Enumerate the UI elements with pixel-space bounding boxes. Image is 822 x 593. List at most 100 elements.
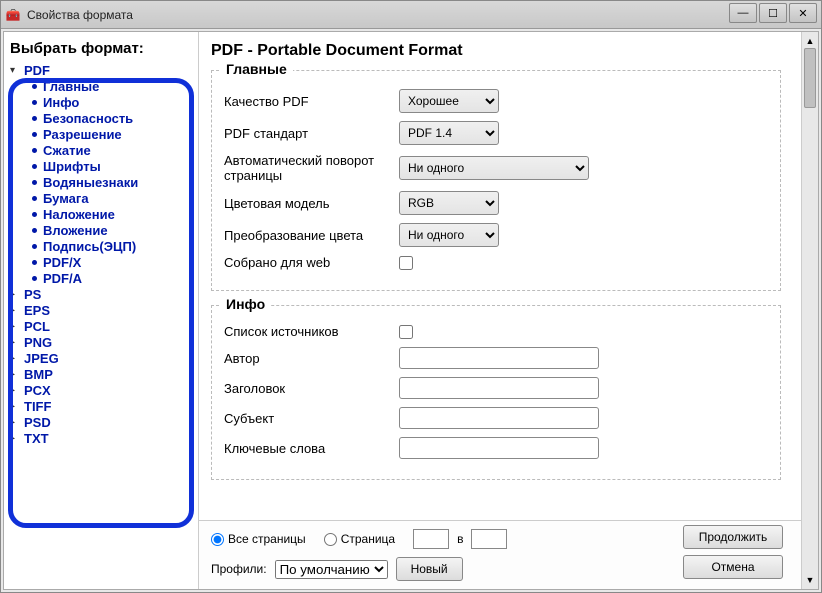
- chevron-right-icon: ▸: [10, 401, 20, 412]
- format-ps[interactable]: ▸ PS: [10, 287, 192, 302]
- sidebar-item-label: PDF/A: [43, 271, 82, 286]
- scroll-area: PDF - Portable Document Format Главные К…: [199, 32, 801, 520]
- scroll-up-icon[interactable]: ▲: [803, 34, 817, 48]
- page-title: PDF - Portable Document Format: [211, 42, 781, 60]
- page-radio-wrap[interactable]: Страница: [324, 532, 395, 546]
- bullet-icon: [32, 244, 37, 249]
- format-bmp[interactable]: ▸BMP: [10, 367, 192, 382]
- colormodel-select[interactable]: RGB: [399, 191, 499, 215]
- web-label: Собрано для web: [224, 255, 399, 270]
- chevron-right-icon: ▸: [10, 417, 20, 428]
- sidebar-item[interactable]: Инфо: [32, 95, 192, 110]
- bullet-icon: [32, 116, 37, 121]
- sidebar-item-label: Сжатие: [43, 143, 91, 158]
- bullet-icon: [32, 164, 37, 169]
- format-label: EPS: [24, 303, 50, 318]
- format-tiff[interactable]: ▸ TIFF: [10, 399, 192, 414]
- format-psd[interactable]: ▸PSD: [10, 415, 192, 430]
- author-input[interactable]: [399, 347, 599, 369]
- vertical-scrollbar[interactable]: ▲ ▼: [801, 32, 818, 589]
- colorconv-label: Преобразование цвета: [224, 228, 399, 243]
- format-pdf[interactable]: ▾PDF: [10, 63, 192, 78]
- format-eps[interactable]: ▸EPS: [10, 303, 192, 318]
- new-profile-button[interactable]: Новый: [396, 557, 463, 581]
- group-info-legend: Инфо: [220, 296, 271, 312]
- allpages-radio[interactable]: [211, 533, 224, 546]
- sidebar-item[interactable]: Подпись(ЭЦП): [32, 239, 192, 254]
- standard-select[interactable]: PDF 1.4: [399, 121, 499, 145]
- format-png[interactable]: ▸PNG: [10, 335, 192, 350]
- scroll-down-icon[interactable]: ▼: [803, 573, 817, 587]
- autorotate-label: Автоматический поворот страницы: [224, 153, 399, 183]
- sourcelist-label: Список источников: [224, 324, 399, 339]
- in-label: в: [457, 532, 463, 546]
- title-input[interactable]: [399, 377, 599, 399]
- keywords-input[interactable]: [399, 437, 599, 459]
- autorotate-select[interactable]: Ни одного: [399, 156, 589, 180]
- format-txt[interactable]: ▸TXT: [10, 431, 192, 446]
- format-label: TXT: [24, 431, 49, 446]
- allpages-radio-wrap[interactable]: Все страницы: [211, 532, 306, 546]
- sidebar-item[interactable]: Вложение: [32, 223, 192, 238]
- bullet-icon: [32, 276, 37, 281]
- maximize-button[interactable]: ☐: [759, 3, 787, 23]
- cancel-button[interactable]: Отмена: [683, 555, 783, 579]
- bullet-icon: [32, 228, 37, 233]
- sidebar-item-label: Шрифты: [43, 159, 101, 174]
- bullet-icon: [32, 196, 37, 201]
- sidebar-item-label: Подпись(ЭЦП): [43, 239, 136, 254]
- sidebar-item[interactable]: Водяныезнаки: [32, 175, 192, 190]
- page-radio[interactable]: [324, 533, 337, 546]
- sidebar-item-label: Водяныезнаки: [43, 175, 138, 190]
- quality-select[interactable]: Хорошее: [399, 89, 499, 113]
- bullet-icon: [32, 132, 37, 137]
- sidebar-item-label: Разрешение: [43, 127, 122, 142]
- chevron-right-icon: ▸: [10, 289, 20, 300]
- bullet-icon: [32, 260, 37, 265]
- page-to-input[interactable]: [471, 529, 507, 549]
- format-label: PS: [24, 287, 41, 302]
- sidebar-item[interactable]: PDF/X: [32, 255, 192, 270]
- subject-input[interactable]: [399, 407, 599, 429]
- sidebar-item[interactable]: Главные: [32, 79, 192, 94]
- page-label: Страница: [341, 532, 395, 546]
- dialog-window: 🧰 Свойства формата — ☐ ✕ Выбрать формат:…: [0, 0, 822, 593]
- continue-button[interactable]: Продолжить: [683, 525, 783, 549]
- sidebar-item-label: Безопасность: [43, 111, 133, 126]
- keywords-label: Ключевые слова: [224, 441, 399, 456]
- bullet-icon: [32, 180, 37, 185]
- format-jpeg[interactable]: ▸JPEG: [10, 351, 192, 366]
- main-panel: PDF - Portable Document Format Главные К…: [199, 32, 801, 589]
- chevron-right-icon: ▸: [10, 321, 20, 332]
- group-main: Главные Качество PDF Хорошее PDF стандар…: [211, 70, 781, 291]
- sourcelist-checkbox[interactable]: [399, 325, 413, 339]
- close-button[interactable]: ✕: [789, 3, 817, 23]
- sidebar-item[interactable]: Безопасность: [32, 111, 192, 126]
- sidebar: Выбрать формат: ▾PDFГлавныеИнфоБезопасно…: [4, 32, 199, 589]
- sidebar-item-label: Бумага: [43, 191, 89, 206]
- group-info: Инфо Список источников Автор Заголовок: [211, 305, 781, 480]
- format-label: TIFF: [24, 399, 51, 414]
- quality-label: Качество PDF: [224, 94, 399, 109]
- sidebar-item[interactable]: Сжатие: [32, 143, 192, 158]
- group-main-legend: Главные: [220, 61, 293, 77]
- colorconv-select[interactable]: Ни одного: [399, 223, 499, 247]
- sidebar-item[interactable]: Бумага: [32, 191, 192, 206]
- sidebar-item[interactable]: PDF/A: [32, 271, 192, 286]
- format-pcx[interactable]: ▸PCX: [10, 383, 192, 398]
- page-from-input[interactable]: [413, 529, 449, 549]
- window-title: Свойства формата: [27, 8, 133, 22]
- sidebar-item[interactable]: Наложение: [32, 207, 192, 222]
- profile-select[interactable]: По умолчанию: [275, 560, 388, 579]
- sidebar-item[interactable]: Шрифты: [32, 159, 192, 174]
- chevron-right-icon: ▸: [10, 369, 20, 380]
- format-pcl[interactable]: ▸PCL: [10, 319, 192, 334]
- scroll-thumb[interactable]: [804, 48, 816, 108]
- chevron-right-icon: ▸: [10, 353, 20, 364]
- sidebar-item-label: Наложение: [43, 207, 115, 222]
- minimize-button[interactable]: —: [729, 3, 757, 23]
- profiles-label: Профили:: [211, 562, 267, 576]
- sidebar-item-label: Вложение: [43, 223, 108, 238]
- web-checkbox[interactable]: [399, 256, 413, 270]
- sidebar-item[interactable]: Разрешение: [32, 127, 192, 142]
